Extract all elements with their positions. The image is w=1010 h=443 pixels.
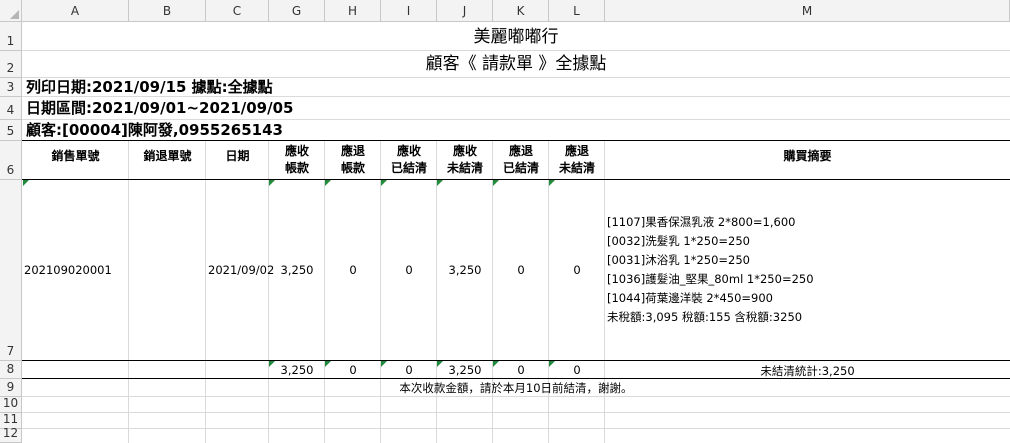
row-header-5[interactable]: 5 [0,120,22,141]
column-header-l[interactable]: L [549,0,605,22]
column-header-k[interactable]: K [493,0,549,22]
header-receivable: 應收 帳款 [284,144,309,175]
header-recv-unsettled: 應收 未結清 [446,144,483,175]
cell-ret-unsettled[interactable]: 0 [549,263,605,277]
row-header-4[interactable]: 4 [0,97,22,120]
row-header-8[interactable]: 8 [0,361,22,379]
comment-marker[interactable] [325,180,331,186]
comment-marker[interactable] [381,180,387,186]
comment-marker[interactable] [493,180,499,186]
report-subtitle: 顧客《 請款單 》全據點 [425,54,607,74]
report-title: 美麗嘟嘟行 [473,27,559,47]
summary-line: [1107]果香保濕乳液 2*800=1,600 [607,215,796,229]
cell-date[interactable]: 2021/09/02 [208,263,274,277]
header-ret-unsettled: 應退 未結清 [558,144,595,175]
table-header-border [22,179,1010,180]
print-info: 列印日期:2021/09/15 據點:全據點 [26,78,273,96]
header-ret-settled: 應退 已結清 [502,144,539,175]
row-header-1[interactable]: 1 [0,22,22,51]
gridline [492,141,493,443]
cell-sales-no[interactable]: 202109020001 [24,263,112,277]
cell-refundable[interactable]: 0 [325,263,381,277]
row-header-10[interactable]: 10 [0,396,22,413]
summary-line: [1044]荷葉邊洋裝 2*450=900 [607,291,773,305]
header-sales-no: 銷售單號 [51,149,100,163]
gridline [22,412,1010,413]
select-all-corner[interactable] [0,0,22,22]
column-header-i[interactable]: I [381,0,437,22]
total-receivable[interactable]: 3,250 [269,363,325,377]
cell-ret-settled[interactable]: 0 [493,263,549,277]
column-header-g[interactable]: G [269,0,325,22]
column-header-m[interactable]: M [605,0,1010,22]
total-recv-unsettled[interactable]: 3,250 [437,363,493,377]
gridline [604,141,605,443]
date-range: 日期區間:2021/09/01~2021/09/05 [26,99,294,117]
cell-recv-unsettled[interactable]: 3,250 [437,263,493,277]
row-header-6[interactable]: 6 [0,141,22,180]
footer-note[interactable]: 本次收款金額，請於本月10日前結清，謝謝。 [22,380,1010,396]
total-ret-settled[interactable]: 0 [493,363,549,377]
summary-line: [0032]洗髮乳 1*250=250 [607,234,750,248]
header-recv-settled: 應收 已結清 [390,144,427,175]
total-refundable[interactable]: 0 [325,363,381,377]
summary-line: [0031]沐浴乳 1*250=250 [607,253,750,267]
column-header-j[interactable]: J [437,0,493,22]
summary-line: [1036]護髮油_堅果_80ml 1*250=250 [607,272,814,286]
gridline [22,396,1010,397]
gridline [324,141,325,443]
column-header-b[interactable]: B [129,0,206,22]
row-header-7[interactable]: 7 [0,180,22,361]
comment-marker[interactable] [23,180,29,186]
column-header-a[interactable]: A [22,0,129,22]
comment-marker[interactable] [269,180,275,186]
gridline [22,428,1010,429]
comment-marker[interactable] [549,180,555,186]
gridline [268,141,269,443]
gridline [128,141,129,443]
gridline [436,141,437,443]
header-summary: 購買摘要 [783,149,832,163]
row-header-12[interactable]: 12 [0,426,22,443]
header-return-no: 銷退單號 [143,149,192,163]
header-refundable: 應退 帳款 [340,144,365,175]
gridline [205,141,206,443]
header-date: 日期 [225,149,250,163]
total-unsettled-summary[interactable]: 未結清統計:3,250 [605,363,1010,379]
column-header-h[interactable]: H [325,0,381,22]
row-header-3[interactable]: 3 [0,78,22,97]
cell-summary[interactable]: [1107]果香保濕乳液 2*800=1,600 [0032]洗髮乳 1*250… [607,213,1007,327]
summary-line: 未稅額:3,095 稅額:155 含稅額:3250 [607,310,803,324]
cell-receivable[interactable]: 3,250 [269,263,325,277]
gridline [380,141,381,443]
customer-info: 顧客:[00004]陳阿發,0955265143 [26,121,283,139]
column-header-c[interactable]: C [206,0,269,22]
cell-recv-settled[interactable]: 0 [381,263,437,277]
gridline [548,141,549,443]
row-header-2[interactable]: 2 [0,51,22,78]
table-body-border [22,360,1010,361]
row-header-9[interactable]: 9 [0,379,22,397]
total-recv-settled[interactable]: 0 [381,363,437,377]
spreadsheet: A B C G H I J K L M 1 2 3 4 5 6 7 8 9 10… [0,0,1010,443]
total-ret-unsettled[interactable]: 0 [549,363,605,377]
comment-marker[interactable] [437,180,443,186]
